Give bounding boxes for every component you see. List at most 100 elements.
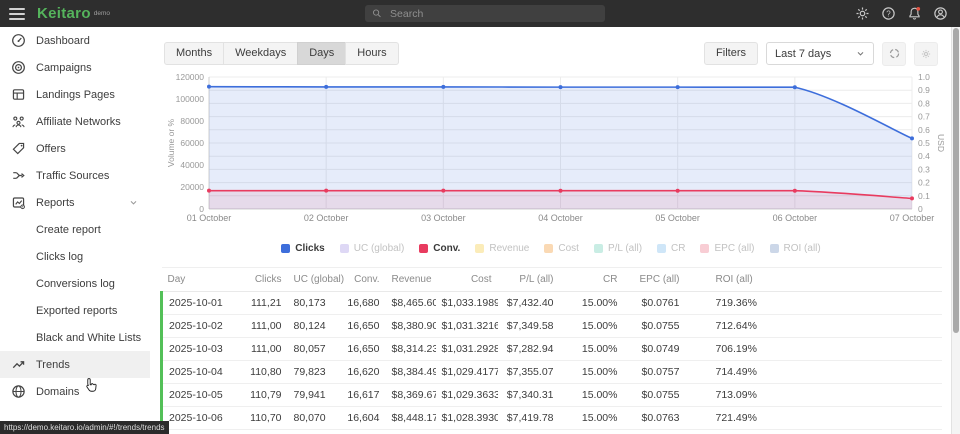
search-bar[interactable] <box>365 5 605 22</box>
sidebar-item-create-report[interactable]: Create report <box>0 216 150 243</box>
table-cell: 15.00% <box>560 338 624 361</box>
sidebar-item-clicks-log[interactable]: Clicks log <box>0 243 150 270</box>
legend-item-revenue[interactable]: Revenue <box>475 243 529 254</box>
sidebar-item-domains[interactable]: Domains <box>0 378 150 405</box>
data-point[interactable] <box>441 189 445 193</box>
data-point[interactable] <box>793 85 797 89</box>
tab-hours[interactable]: Hours <box>345 42 398 65</box>
vertical-scrollbar[interactable] <box>951 27 960 434</box>
menu-icon[interactable] <box>9 8 25 20</box>
table-cell: 80,173 <box>288 292 332 315</box>
bell-icon[interactable] <box>907 6 922 21</box>
sidebar-item-label: Conversions log <box>36 278 115 290</box>
table-cell: 714.49% <box>686 361 943 384</box>
tab-days[interactable]: Days <box>297 42 346 65</box>
data-point[interactable] <box>441 85 445 89</box>
tab-months[interactable]: Months <box>164 42 224 65</box>
table-cell: $4,250.93 <box>498 430 560 434</box>
legend-item-cost[interactable]: Cost <box>544 243 579 254</box>
sidebar-item-offers[interactable]: Offers <box>0 135 150 162</box>
legend-item-uc-global-[interactable]: UC (global) <box>340 243 405 254</box>
column-header[interactable]: Clicks <box>232 268 288 292</box>
sidebar-item-label: Reports <box>36 197 75 209</box>
sidebar-item-trends[interactable]: Trends <box>0 351 150 378</box>
campaigns-icon <box>11 60 26 75</box>
data-point[interactable] <box>910 136 914 140</box>
table-cell: $8,369.67 <box>386 384 436 407</box>
legend-item-roi-all-[interactable]: ROI (all) <box>770 243 821 254</box>
table-cell: 80,057 <box>288 338 332 361</box>
table-row[interactable]: 2025-10-04110,8079,82316,620$8,384.49$1,… <box>162 361 943 384</box>
table-row[interactable]: 2025-10-05110,7979,94116,617$8,369.67$1,… <box>162 384 943 407</box>
table-cell: $8,448.17 <box>386 407 436 430</box>
user-icon[interactable] <box>933 6 948 21</box>
table-cell: $4,846.34 <box>386 430 436 434</box>
refresh-icon <box>888 47 901 60</box>
table-row[interactable]: 2025-10-03111,0080,05716,650$8,314.23$1,… <box>162 338 943 361</box>
legend-item-epc-all-[interactable]: EPC (all) <box>700 243 754 254</box>
data-point[interactable] <box>324 85 328 89</box>
table-cell: 16,650 <box>332 338 386 361</box>
app-logo[interactable]: Keitaro <box>37 6 91 21</box>
y2-tick-label: 0.5 <box>918 138 930 148</box>
column-header[interactable]: Day <box>162 268 232 292</box>
y2-tick-label: 0.6 <box>918 125 930 135</box>
legend-item-cr[interactable]: CR <box>657 243 685 254</box>
gear-icon[interactable] <box>855 6 870 21</box>
data-point[interactable] <box>793 189 797 193</box>
y2-tick-label: 0.8 <box>918 98 930 108</box>
table-cell: 80,070 <box>288 407 332 430</box>
y2-tick-label: 0.2 <box>918 178 930 188</box>
table-row[interactable]: 2025-10-02111,0080,12416,650$8,380.90$1,… <box>162 315 943 338</box>
table-row[interactable]: 2025-10-01111,2180,17316,680$8,465.60$1,… <box>162 292 943 315</box>
data-point[interactable] <box>910 196 914 200</box>
legend-item-p-l-all-[interactable]: P/L (all) <box>594 243 642 254</box>
sidebar-item-traffic-sources[interactable]: Traffic Sources <box>0 162 150 189</box>
column-header[interactable]: Revenue <box>386 268 436 292</box>
data-point[interactable] <box>207 189 211 193</box>
legend-swatch <box>657 244 666 253</box>
legend-label: CR <box>671 243 685 254</box>
scrollbar-thumb[interactable] <box>953 28 959 333</box>
sidebar-item-label: Offers <box>36 143 66 155</box>
tab-weekdays[interactable]: Weekdays <box>223 42 298 65</box>
search-input[interactable] <box>388 7 598 21</box>
sidebar-item-dashboard[interactable]: Dashboard <box>0 27 150 54</box>
affiliates-icon <box>11 114 26 129</box>
date-range-select[interactable]: Last 7 days <box>766 42 874 65</box>
legend-swatch <box>340 244 349 253</box>
x-tick-label: 01 October <box>187 213 232 223</box>
legend-label: P/L (all) <box>608 243 642 254</box>
legend-item-conv-[interactable]: Conv. <box>419 243 460 254</box>
table-cell: 721.49% <box>686 407 943 430</box>
data-point[interactable] <box>559 189 563 193</box>
filters-button[interactable]: Filters <box>704 42 758 65</box>
help-icon[interactable]: ? <box>881 6 896 21</box>
sidebar-item-reports[interactable]: Reports <box>0 189 150 216</box>
column-header[interactable]: ROI (all) <box>686 268 943 292</box>
data-point[interactable] <box>559 85 563 89</box>
data-point[interactable] <box>324 189 328 193</box>
table-cell: 46,187 <box>288 430 332 434</box>
refresh-button[interactable] <box>882 42 906 66</box>
column-header[interactable]: CR <box>560 268 624 292</box>
settings-icon <box>920 48 932 60</box>
sidebar-item-exported-reports[interactable]: Exported reports <box>0 297 150 324</box>
table-row[interactable]: 2025-10-0764,16046,1879,616$4,846.34$595… <box>162 430 943 434</box>
column-header[interactable]: P/L (all) <box>498 268 560 292</box>
table-row[interactable]: 2025-10-06110,7080,07016,604$8,448.17$1,… <box>162 407 943 430</box>
column-header[interactable]: UC (global) <box>288 268 332 292</box>
sidebar-item-conversions-log[interactable]: Conversions log <box>0 270 150 297</box>
sidebar-item-affiliate-networks[interactable]: Affiliate Networks <box>0 108 150 135</box>
legend-item-clicks[interactable]: Clicks <box>281 243 324 254</box>
sidebar-item-campaigns[interactable]: Campaigns <box>0 54 150 81</box>
sidebar-item-landings-pages[interactable]: Landings Pages <box>0 81 150 108</box>
column-header[interactable]: Cost <box>436 268 498 292</box>
column-header[interactable]: EPC (all) <box>624 268 686 292</box>
data-point[interactable] <box>207 85 211 89</box>
chart-settings-button[interactable] <box>914 42 938 66</box>
data-point[interactable] <box>676 85 680 89</box>
sidebar-item-black-and-white-lists[interactable]: Black and White Lists <box>0 324 150 351</box>
table-cell: 80,124 <box>288 315 332 338</box>
data-point[interactable] <box>676 189 680 193</box>
